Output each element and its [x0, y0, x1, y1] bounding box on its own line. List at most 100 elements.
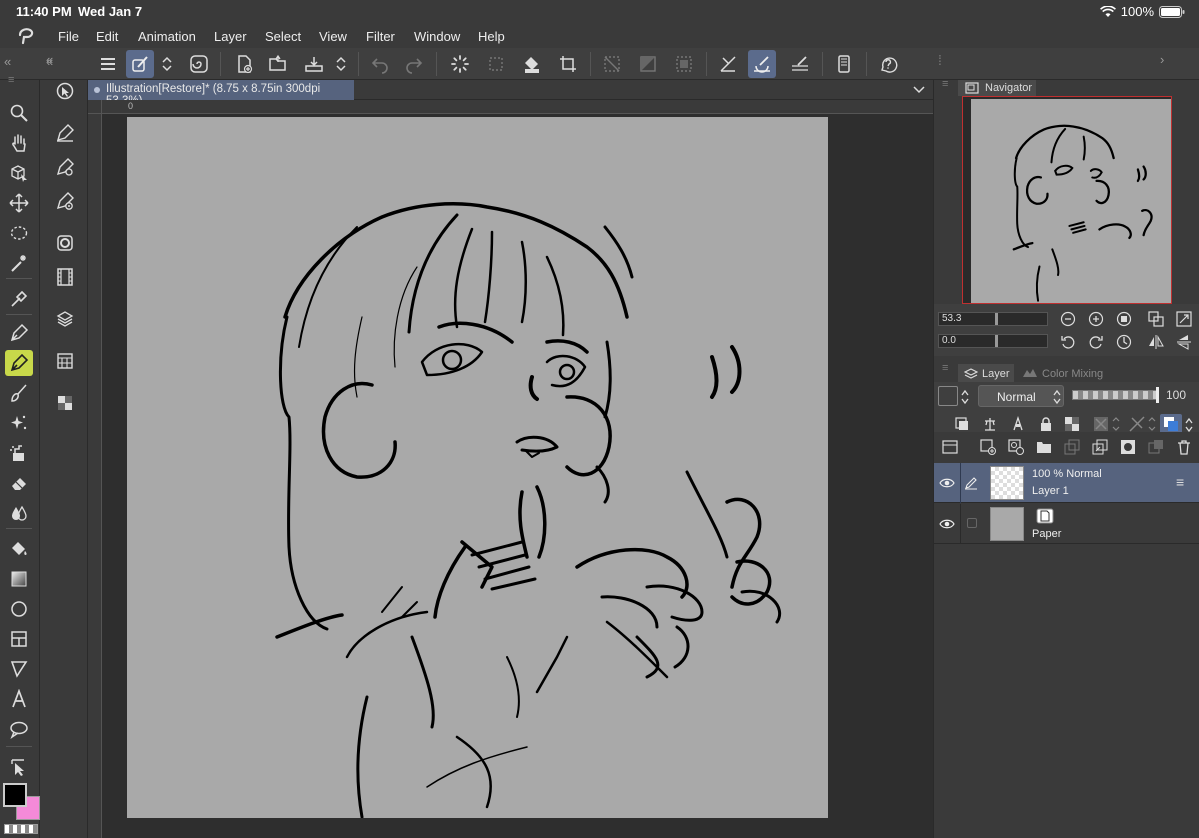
ruler-range-icon[interactable]	[1128, 414, 1158, 434]
quick-access-button[interactable]	[51, 78, 79, 104]
fit-screen-icon[interactable]	[1116, 311, 1132, 327]
ruler-tool[interactable]	[5, 656, 33, 682]
text-tool[interactable]	[5, 686, 33, 712]
material-button[interactable]	[51, 306, 79, 332]
zoom-slider[interactable]: 53.3	[938, 312, 1048, 326]
drawing-canvas[interactable]	[127, 117, 828, 819]
subtool-pen-gear[interactable]	[51, 154, 79, 180]
layer-edit-checkbox[interactable]	[967, 518, 977, 528]
edit-mode-button[interactable]	[126, 50, 154, 78]
menu-animation[interactable]: Animation	[138, 29, 196, 44]
menu-select[interactable]: Select	[265, 29, 301, 44]
snap-ruler-button[interactable]	[714, 50, 742, 78]
navigator-tab[interactable]: Navigator	[958, 80, 1036, 96]
app-logo-icon[interactable]	[16, 27, 38, 45]
new-vector-layer-icon[interactable]	[1008, 439, 1024, 455]
menu-help[interactable]: Help	[478, 29, 505, 44]
transform-layer-button[interactable]	[482, 50, 510, 78]
chevron-down-icon[interactable]	[912, 85, 926, 95]
layer-color-box[interactable]	[938, 386, 958, 406]
auto-select-tool[interactable]	[5, 250, 33, 276]
move-tool[interactable]	[5, 190, 33, 216]
lock-transparent-icon[interactable]	[1064, 416, 1080, 432]
figure-tool[interactable]	[5, 596, 33, 622]
transform-button[interactable]	[554, 50, 582, 78]
help-button[interactable]	[874, 50, 902, 78]
correct-line-tool[interactable]	[5, 754, 33, 780]
layer-menu-icon[interactable]: ≡	[1176, 474, 1184, 490]
menu-file[interactable]: File	[58, 29, 79, 44]
invert-selection-button[interactable]	[634, 50, 662, 78]
fill-tool[interactable]	[5, 536, 33, 562]
reset-rotation-icon[interactable]	[1116, 334, 1132, 350]
reference-layer-icon[interactable]	[982, 416, 998, 432]
color-mixing-tab[interactable]: Color Mixing	[1018, 364, 1104, 382]
hand-tool[interactable]	[5, 130, 33, 156]
new-folder-icon[interactable]	[1036, 439, 1052, 455]
chevron-updown-icon[interactable]	[1052, 388, 1062, 406]
document-tab[interactable]: Illustration[Restore]* (8.75 x 8.75in 30…	[88, 80, 354, 107]
open-file-button[interactable]	[264, 50, 292, 78]
blend-tool[interactable]	[5, 500, 33, 526]
brush-tool[interactable]	[5, 380, 33, 406]
checker-button[interactable]	[51, 390, 79, 416]
apply-mask-icon[interactable]	[1148, 439, 1164, 455]
edit-pencil-icon[interactable]	[964, 476, 978, 490]
chevron-updown-icon[interactable]	[960, 388, 970, 406]
subtool-pen-target[interactable]	[51, 188, 79, 214]
menu-window[interactable]: Window	[414, 29, 460, 44]
main-menu-button[interactable]	[94, 50, 122, 78]
zoom-in-icon[interactable]	[1088, 311, 1104, 327]
layer-grip-icon[interactable]: ≡	[942, 362, 948, 374]
new-raster-layer-icon[interactable]	[980, 439, 996, 455]
pen-tool[interactable]	[5, 320, 33, 346]
create-mask-icon[interactable]	[1120, 439, 1136, 455]
decoration-tool[interactable]	[5, 440, 33, 466]
color-circle-button[interactable]	[51, 230, 79, 256]
layer-tab[interactable]: Layer	[958, 364, 1014, 382]
frame-border-tool[interactable]	[5, 626, 33, 652]
palette-grip-icon[interactable]: ≡	[8, 74, 14, 86]
rotate-right-icon[interactable]	[1088, 334, 1104, 350]
collapse-left-icon[interactable]: «	[4, 54, 11, 69]
navigator-grip-icon[interactable]: ≡	[942, 78, 948, 90]
opacity-slider-handle[interactable]	[1156, 387, 1159, 403]
gradient-tool[interactable]	[5, 566, 33, 592]
undo-button[interactable]	[366, 50, 394, 78]
zoom-out-icon[interactable]	[1060, 311, 1076, 327]
fit-window-icon[interactable]	[1148, 311, 1164, 327]
layer-row-paper[interactable]: Paper	[934, 504, 1199, 544]
mode-stepper[interactable]	[158, 50, 176, 78]
fill-button[interactable]	[518, 50, 546, 78]
zoom-tool[interactable]	[5, 100, 33, 126]
eye-visible-icon[interactable]	[939, 518, 955, 530]
transparent-color-swatch[interactable]	[4, 824, 38, 834]
companion-button[interactable]	[185, 50, 213, 78]
delete-layer-icon[interactable]	[1176, 439, 1192, 455]
tile-view-button[interactable]	[51, 348, 79, 374]
merge-layer-icon[interactable]	[1092, 439, 1108, 455]
redo-button[interactable]	[400, 50, 428, 78]
subtool-pen-settings[interactable]	[51, 120, 79, 146]
draft-layer-icon[interactable]	[1010, 416, 1026, 432]
transfer-layer-icon[interactable]	[1064, 439, 1080, 455]
loading-button[interactable]	[446, 50, 474, 78]
object-tool[interactable]	[5, 160, 33, 186]
smartphone-button[interactable]	[830, 50, 858, 78]
menu-layer[interactable]: Layer	[214, 29, 247, 44]
collapse-subtool-icon[interactable]: «	[46, 52, 53, 67]
new-file-button[interactable]	[230, 50, 258, 78]
eye-visible-icon[interactable]	[939, 477, 955, 489]
lock-icon[interactable]	[1038, 416, 1054, 432]
selection-border-button[interactable]	[670, 50, 698, 78]
menu-filter[interactable]: Filter	[366, 29, 395, 44]
selection-tool[interactable]	[5, 220, 33, 246]
actual-size-icon[interactable]	[1176, 311, 1192, 327]
clip-layer-icon[interactable]	[954, 416, 970, 432]
eyedropper-tool[interactable]	[5, 286, 33, 312]
flip-horizontal-icon[interactable]	[1148, 334, 1164, 350]
opacity-slider[interactable]	[1072, 390, 1158, 400]
layer-row-layer-1[interactable]: 100 % Normal Layer 1 ≡	[934, 463, 1199, 503]
animation-button[interactable]	[51, 264, 79, 290]
navigator-preview[interactable]	[962, 96, 1172, 304]
